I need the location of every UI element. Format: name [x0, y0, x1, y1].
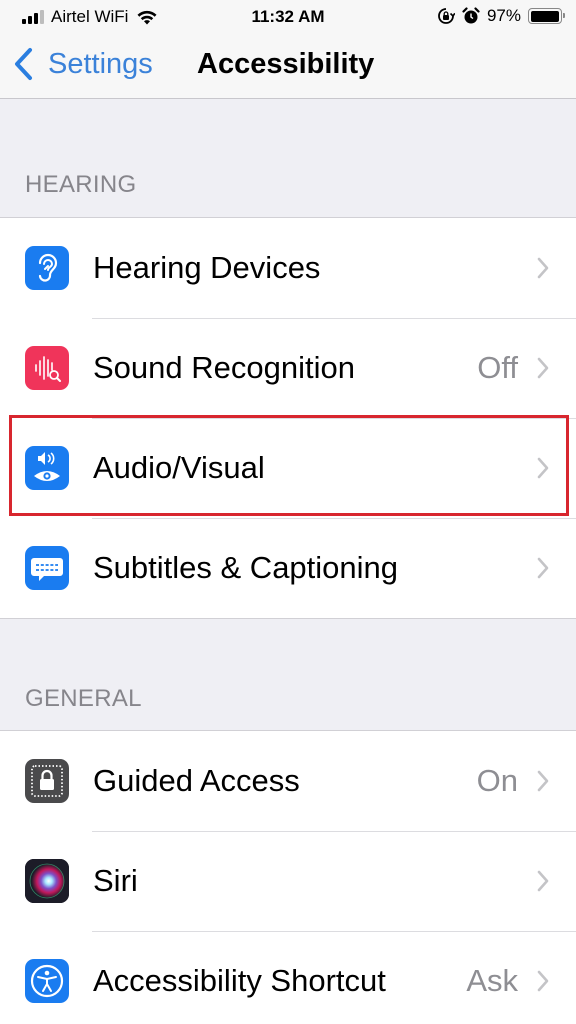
- general-group: Guided Access On Siri Accessibility Shor…: [0, 730, 576, 1024]
- row-value: Ask: [466, 963, 518, 998]
- page-title: Accessibility: [197, 48, 375, 80]
- back-button[interactable]: Settings: [12, 46, 153, 82]
- alarm-icon: [462, 7, 480, 24]
- chevron-right-icon: [537, 770, 549, 792]
- accessibility-icon: [25, 959, 69, 1003]
- row-siri[interactable]: Siri: [0, 831, 576, 931]
- row-label: Guided Access: [93, 763, 300, 798]
- row-label: Sound Recognition: [93, 350, 355, 385]
- chevron-right-icon: [537, 870, 549, 892]
- row-value: Off: [477, 350, 518, 385]
- row-label: Siri: [93, 863, 138, 898]
- row-subtitles-captioning[interactable]: Subtitles & Captioning: [0, 518, 576, 618]
- row-hearing-devices[interactable]: Hearing Devices: [0, 218, 576, 318]
- chevron-right-icon: [537, 970, 549, 992]
- back-chevron-icon: [15, 48, 32, 80]
- navigation-bar: Settings Accessibility: [0, 34, 576, 99]
- row-value: On: [476, 763, 518, 798]
- audio-visual-icon: [25, 446, 69, 490]
- row-guided-access[interactable]: Guided Access On: [0, 731, 576, 831]
- status-bar-right: 97%: [437, 6, 565, 26]
- chevron-right-icon: [537, 457, 549, 479]
- ear-icon: [25, 246, 69, 290]
- battery-icon: [528, 8, 565, 24]
- row-label: Accessibility Shortcut: [93, 963, 386, 998]
- back-button-label: Settings: [48, 47, 153, 80]
- chevron-right-icon: [537, 557, 549, 579]
- sound-recognition-icon: [25, 346, 69, 390]
- battery-percent: 97%: [486, 6, 521, 25]
- chevron-right-icon: [537, 257, 549, 279]
- chevron-right-icon: [537, 357, 549, 379]
- status-bar: Airtel WiFi 11:32 AM 97%: [0, 0, 576, 34]
- row-sound-recognition[interactable]: Sound Recognition Off: [0, 318, 576, 418]
- guided-access-lock-icon: [25, 759, 69, 803]
- row-label: Subtitles & Captioning: [93, 550, 399, 585]
- row-accessibility-shortcut[interactable]: Accessibility Shortcut Ask: [0, 931, 576, 1024]
- siri-icon: [25, 859, 69, 903]
- section-header-hearing: HEARING: [25, 171, 137, 198]
- section-header-general: GENERAL: [25, 685, 142, 712]
- captions-icon: [25, 546, 69, 590]
- orientation-lock-icon: [438, 8, 455, 24]
- row-label: Audio/Visual: [93, 450, 265, 485]
- row-label: Hearing Devices: [93, 250, 321, 285]
- row-audio-visual[interactable]: Audio/Visual: [0, 418, 576, 518]
- battery-fill: [530, 10, 559, 22]
- hearing-group: Hearing Devices Sound Recognition Off Au…: [0, 217, 576, 619]
